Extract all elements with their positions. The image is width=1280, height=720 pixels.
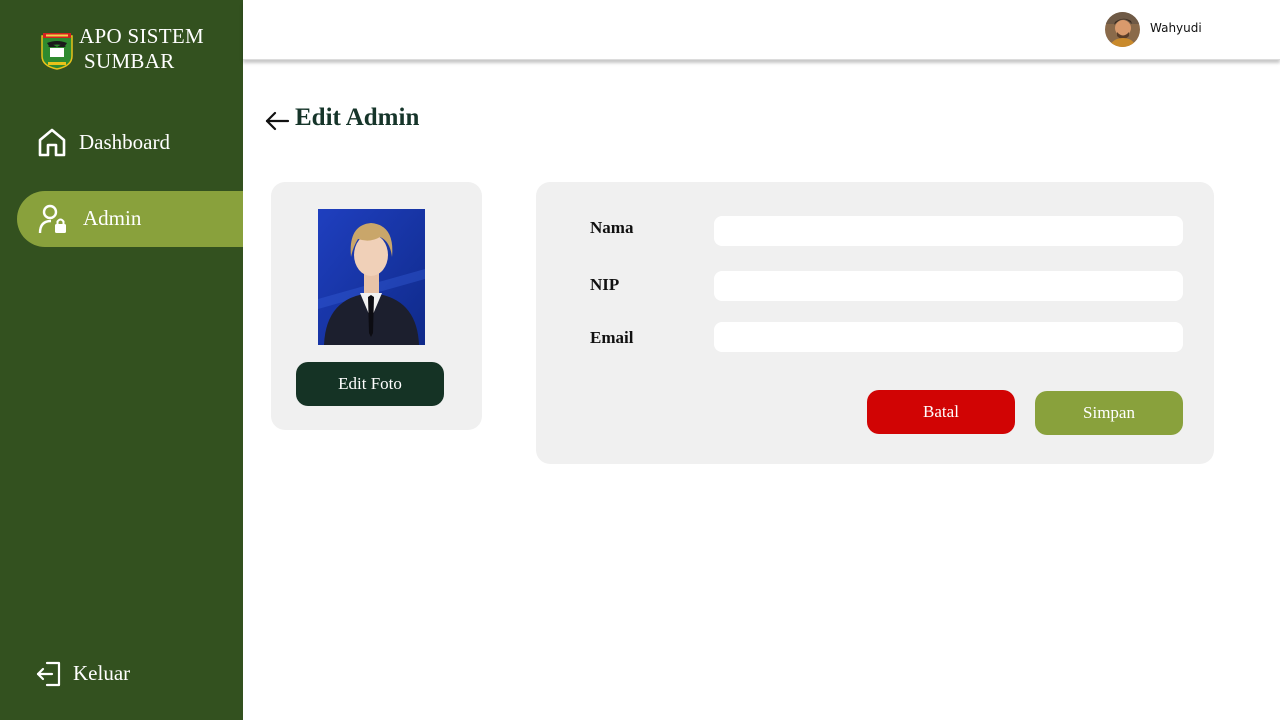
email-field[interactable] bbox=[714, 322, 1183, 352]
brand-line-2: SUMBAR bbox=[84, 49, 175, 73]
name-field[interactable] bbox=[714, 216, 1183, 246]
nip-field[interactable] bbox=[714, 271, 1183, 301]
app-brand: APO SISTEM SUMBAR bbox=[79, 24, 204, 74]
sidebar: APO SISTEM SUMBAR Dashboard Admin Keluar bbox=[0, 0, 243, 720]
page-title: Edit Admin bbox=[295, 104, 420, 131]
west-sumatra-crest-icon bbox=[41, 33, 73, 70]
brand-line-1: APO SISTEM bbox=[79, 24, 204, 48]
edit-photo-button[interactable]: Edit Foto bbox=[296, 362, 444, 406]
nip-label: NIP bbox=[590, 275, 620, 294]
email-label: Email bbox=[590, 328, 634, 347]
sidebar-item-label: Dashboard bbox=[79, 130, 170, 154]
home-icon bbox=[38, 128, 66, 157]
logout-label: Keluar bbox=[73, 661, 131, 685]
save-button[interactable]: Simpan bbox=[1035, 391, 1183, 435]
admin-photo bbox=[318, 209, 425, 345]
edit-admin-form: Nama NIP Email Batal Simpan bbox=[536, 182, 1214, 464]
arrow-left-icon[interactable] bbox=[264, 108, 290, 134]
name-label: Nama bbox=[590, 218, 634, 237]
photo-card: Edit Foto bbox=[271, 182, 482, 430]
sidebar-item-label: Admin bbox=[83, 206, 142, 230]
username[interactable]: Wahyudi bbox=[1150, 21, 1202, 35]
logout-icon bbox=[36, 661, 61, 687]
user-avatar[interactable] bbox=[1105, 12, 1140, 47]
sidebar-item-admin[interactable]: Admin bbox=[17, 191, 243, 247]
user-lock-icon bbox=[38, 204, 66, 234]
cancel-button[interactable]: Batal bbox=[867, 390, 1015, 434]
top-bar: Wahyudi bbox=[243, 0, 1280, 60]
sidebar-item-dashboard[interactable]: Dashboard bbox=[17, 115, 243, 171]
